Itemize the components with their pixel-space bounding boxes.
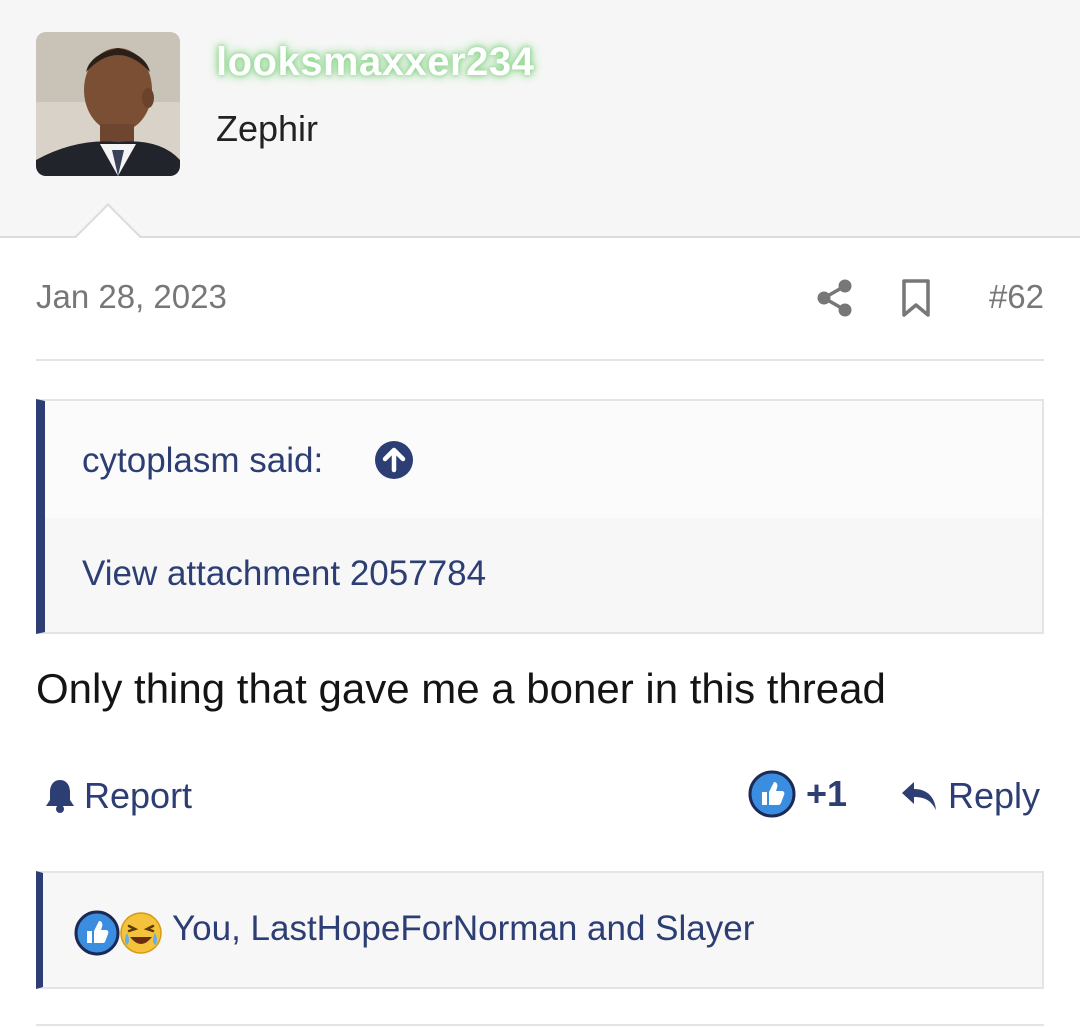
post-body-text: Only thing that gave me a boner in this … (36, 665, 886, 712)
user-title: Zephir (216, 108, 319, 149)
post-date[interactable]: Jan 28, 2023 (36, 278, 227, 316)
bookmark-icon[interactable] (898, 278, 934, 318)
report-button[interactable]: Report (44, 774, 192, 818)
quote-author[interactable]: cytoplasm said: (82, 441, 323, 481)
user-avatar[interactable] (36, 32, 180, 176)
attachment-link[interactable]: View attachment 2057784 (82, 554, 486, 594)
reaction-icons (74, 910, 162, 956)
arrow-up-circle-icon[interactable] (374, 440, 414, 480)
share-icon[interactable] (815, 278, 855, 318)
post-author-header: looksmaxxer234 Zephir (0, 0, 1080, 238)
reply-button[interactable]: Reply (900, 774, 1040, 818)
post-number-link[interactable]: #62 (989, 278, 1044, 316)
laughing-crying-icon (120, 912, 162, 954)
like-icon (74, 910, 120, 956)
reaction-users[interactable]: You, LastHopeForNorman and Slayer (172, 909, 754, 949)
reply-arrow-icon (901, 782, 936, 810)
post-bottom-divider (36, 1024, 1044, 1026)
report-label: Report (84, 775, 193, 816)
avatar-image (36, 32, 180, 176)
reactions-bar[interactable]: You, LastHopeForNorman and Slayer (36, 871, 1044, 989)
header-pointer (74, 203, 142, 238)
reply-label: Reply (947, 775, 1040, 816)
username[interactable]: looksmaxxer234 (216, 40, 534, 85)
bell-icon (46, 780, 74, 813)
quote-block: cytoplasm said: View attachment 2057784 (36, 399, 1044, 634)
like-count: +1 (806, 773, 848, 814)
like-button[interactable]: +1 (748, 770, 847, 818)
like-icon (748, 770, 796, 818)
post-header-divider (36, 359, 1044, 361)
